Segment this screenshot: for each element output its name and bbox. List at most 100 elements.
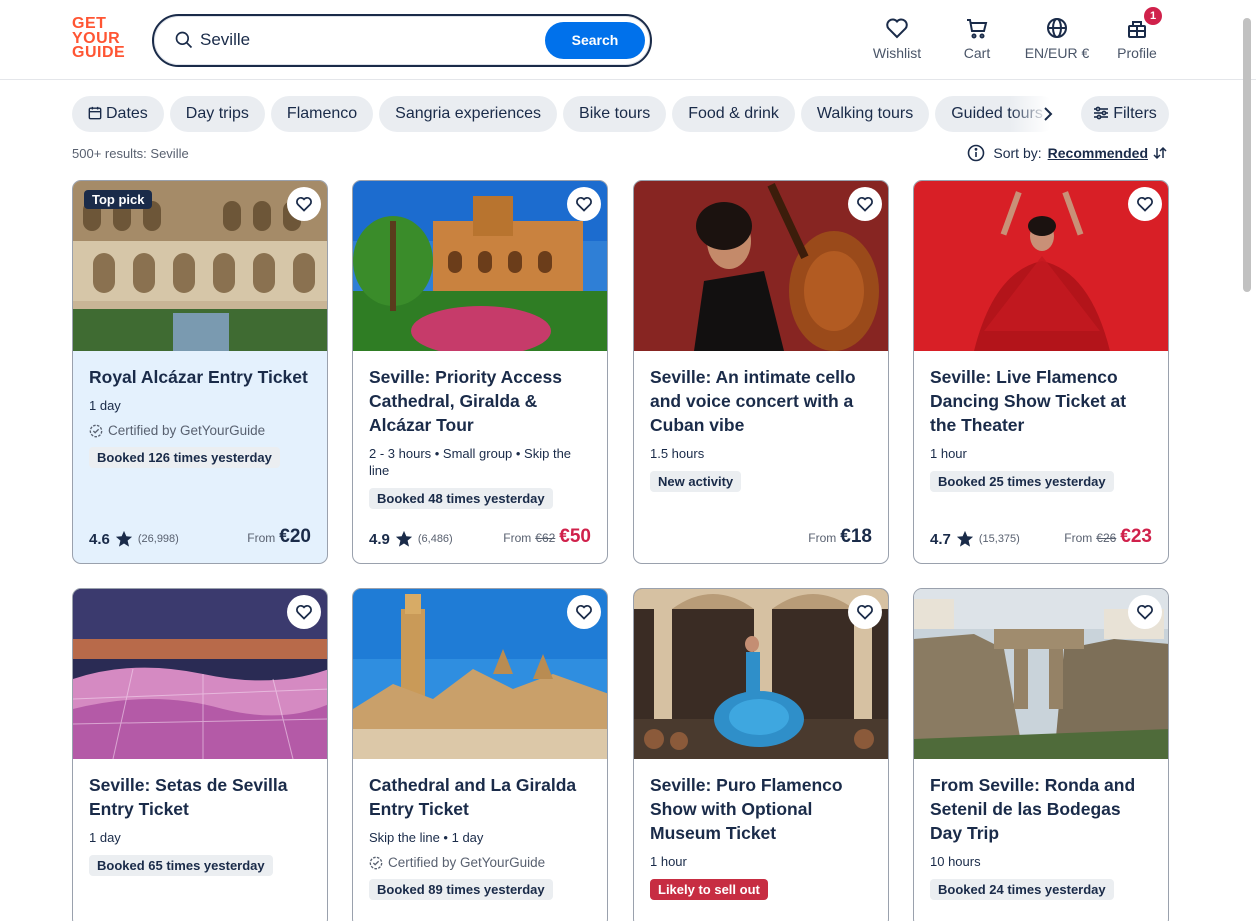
heart-icon	[1137, 604, 1153, 620]
chip-walking-tours[interactable]: Walking tours	[800, 96, 930, 132]
getyourguide-logo[interactable]: GET YOUR GUIDE	[72, 16, 132, 61]
heart-icon	[576, 604, 592, 620]
certified-label: Certified by GetYourGuide	[369, 855, 591, 870]
activity-card[interactable]: From Seville: Ronda and Setenil de las B…	[913, 588, 1169, 921]
top-pick-badge: Top pick	[84, 190, 153, 209]
star-icon	[956, 530, 973, 547]
activity-meta: 1.5 hours	[650, 446, 705, 461]
star-icon	[115, 530, 132, 547]
wishlist-heart-button[interactable]	[287, 595, 321, 629]
price: From €26 €23	[1064, 526, 1152, 547]
activity-image-alcazar: Top pick	[73, 181, 327, 351]
certified-check-icon	[89, 424, 103, 437]
sort-label: Sort by:	[993, 145, 1042, 161]
activity-title[interactable]: From Seville: Ronda and Setenil de las B…	[930, 773, 1152, 845]
price: From €18	[808, 526, 872, 547]
activity-card[interactable]: Seville: Live Flamenco Dancing Show Tick…	[913, 180, 1169, 564]
wishlist-heart-button[interactable]	[287, 187, 321, 221]
activity-image-flamenco-theater	[914, 181, 1168, 351]
wishlist-heart-button[interactable]	[848, 595, 882, 629]
profile-label: Profile	[1117, 45, 1157, 61]
results-count: 500+ results: Seville	[72, 146, 189, 161]
search-icon	[175, 31, 193, 49]
wishlist-heart-button[interactable]	[848, 187, 882, 221]
sliders-icon	[1094, 106, 1109, 120]
wishlist-heart-button[interactable]	[1128, 187, 1162, 221]
booked-badge: Booked 89 times yesterday	[369, 879, 553, 900]
cart-nav[interactable]: Cart	[932, 16, 1022, 61]
sort-control[interactable]: Sort by: Recommended	[963, 144, 1168, 162]
booked-badge: Booked 48 times yesterday	[369, 488, 553, 509]
chip-food-drink[interactable]: Food & drink	[672, 96, 795, 132]
cart-icon	[967, 19, 988, 39]
wishlist-nav[interactable]: Wishlist	[852, 16, 942, 61]
certified-check-icon	[369, 856, 383, 869]
site-header: GET YOUR GUIDE Seville Search Wishlist C…	[0, 0, 1256, 80]
activity-card[interactable]: Seville: Priority Access Cathedral, Gira…	[352, 180, 608, 564]
sort-arrows-icon	[1153, 146, 1167, 160]
chevron-right-icon[interactable]	[1038, 104, 1058, 124]
activity-card[interactable]: Seville: An intimate cello and voice con…	[633, 180, 889, 564]
activity-meta: 1 hour	[930, 446, 967, 461]
sort-value[interactable]: Recommended	[1048, 145, 1148, 161]
search-input[interactable]: Seville	[200, 30, 250, 50]
language-currency-nav[interactable]: EN/EUR €	[1012, 16, 1102, 61]
heart-icon	[857, 604, 873, 620]
heart-icon	[857, 196, 873, 212]
rating: 4.7 (15,375)	[930, 530, 1020, 548]
chip-sangria[interactable]: Sangria experiences	[379, 96, 558, 132]
activity-title[interactable]: Seville: An intimate cello and voice con…	[650, 365, 872, 437]
wishlist-heart-button[interactable]	[567, 187, 601, 221]
chip-flamenco[interactable]: Flamenco	[270, 96, 374, 132]
info-icon[interactable]	[967, 144, 985, 162]
certified-label: Certified by GetYourGuide	[89, 423, 311, 438]
activity-title[interactable]: Seville: Priority Access Cathedral, Gira…	[369, 365, 591, 437]
heart-icon	[296, 196, 312, 212]
booked-badge: Booked 24 times yesterday	[930, 879, 1114, 900]
filters-button[interactable]: Filters	[1081, 96, 1169, 132]
booked-badge: Booked 25 times yesterday	[930, 471, 1114, 492]
activity-title[interactable]: Seville: Setas de Sevilla Entry Ticket	[89, 773, 311, 821]
chip-day-trips[interactable]: Day trips	[169, 96, 265, 132]
profile-nav[interactable]: 1 Profile	[1092, 7, 1182, 61]
activity-title[interactable]: Seville: Puro Flamenco Show with Optiona…	[650, 773, 872, 845]
activity-image-setas	[73, 589, 327, 759]
search-bar[interactable]: Seville Search	[152, 14, 652, 67]
activity-image-giralda	[353, 589, 607, 759]
price: From €20	[247, 526, 311, 547]
activity-image-puro-flamenco	[634, 589, 888, 759]
activity-image-ronda	[914, 589, 1168, 759]
activity-meta: Skip the line • 1 day	[369, 830, 484, 845]
search-button[interactable]: Search	[545, 22, 645, 59]
heart-icon	[1137, 196, 1153, 212]
booked-badge: Booked 126 times yesterday	[89, 447, 280, 468]
calendar-icon	[88, 106, 102, 120]
wishlist-heart-button[interactable]	[1128, 595, 1162, 629]
rating: 4.6 (26,998)	[89, 530, 179, 548]
new-activity-badge: New activity	[650, 471, 742, 492]
activity-image-cathedral-alcazar	[353, 181, 607, 351]
filter-chips: Dates Day trips Flamenco Sangria experience…	[72, 96, 1082, 132]
cart-label: Cart	[963, 45, 991, 61]
chip-bike-tours[interactable]: Bike tours	[563, 96, 667, 132]
activity-meta: 2 - 3 hours • Small group • Skip the lin…	[369, 446, 572, 478]
activity-card[interactable]: Seville: Setas de Sevilla Entry Ticket 1…	[72, 588, 328, 921]
heart-icon	[886, 18, 908, 39]
price: From €62 €50	[503, 526, 591, 547]
profile-notification-badge: 1	[1144, 7, 1162, 25]
activity-meta: 1 day	[89, 830, 121, 845]
activity-title[interactable]: Royal Alcázar Entry Ticket	[89, 365, 311, 389]
rating: 4.9 (6,486)	[369, 530, 453, 548]
heart-icon	[296, 604, 312, 620]
likely-to-sell-out-badge: Likely to sell out	[650, 879, 768, 900]
wishlist-heart-button[interactable]	[567, 595, 601, 629]
page-scrollbar[interactable]	[1243, 18, 1251, 292]
activity-card[interactable]: Cathedral and La Giralda Entry Ticket Sk…	[352, 588, 608, 921]
activity-card[interactable]: Seville: Puro Flamenco Show with Optiona…	[633, 588, 889, 921]
booked-badge: Booked 65 times yesterday	[89, 855, 273, 876]
activity-title[interactable]: Cathedral and La Giralda Entry Ticket	[369, 773, 591, 821]
globe-icon	[1047, 18, 1067, 38]
activity-title[interactable]: Seville: Live Flamenco Dancing Show Tick…	[930, 365, 1152, 437]
activity-card[interactable]: Top pick Royal Alcázar Entry Ticket 1 da…	[72, 180, 328, 564]
chip-dates[interactable]: Dates	[72, 96, 164, 132]
